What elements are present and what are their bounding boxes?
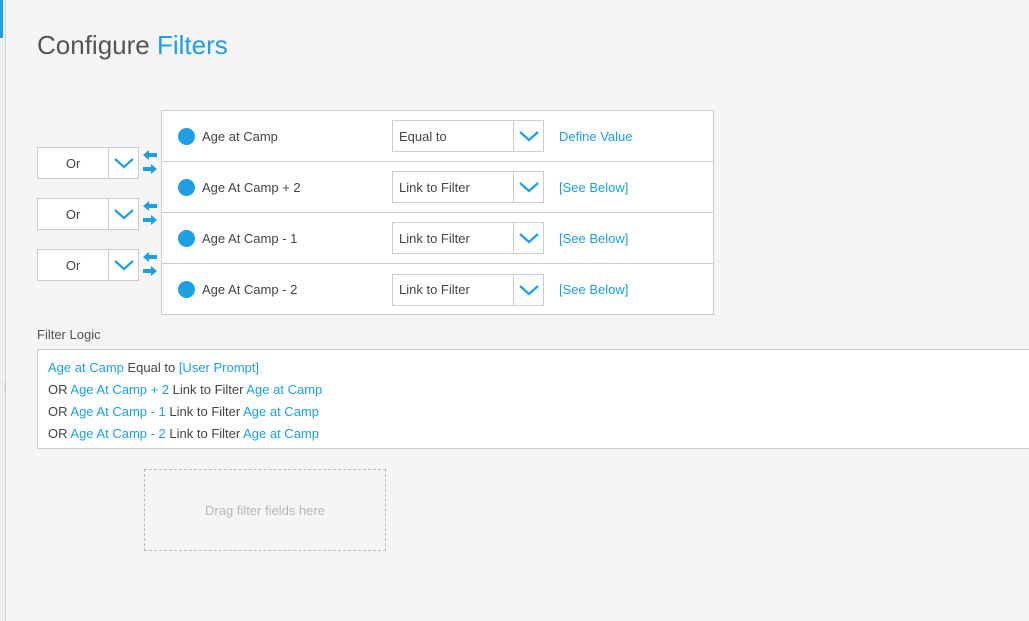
operator-label: Equal to bbox=[399, 128, 447, 144]
filter-dot-icon bbox=[178, 281, 195, 298]
resize-grip-icon[interactable]: ⋮ bbox=[1, 383, 9, 403]
see-below-link[interactable]: [See Below] bbox=[559, 180, 628, 195]
define-value-link[interactable]: Define Value bbox=[559, 129, 632, 144]
conjunction-label: Or bbox=[65, 155, 81, 171]
filter-name: Age at Camp bbox=[202, 128, 278, 144]
logic-target: [User Prompt] bbox=[178, 360, 259, 375]
filter-dropzone[interactable]: Drag filter fields here bbox=[144, 469, 386, 551]
chevron-down-icon[interactable] bbox=[513, 121, 543, 151]
chevron-down-icon[interactable] bbox=[513, 172, 543, 202]
logic-field: Age at Camp bbox=[48, 360, 124, 375]
filter-row[interactable]: Age at Camp Equal to Define Value bbox=[162, 111, 713, 162]
logic-line: OR Age At Camp - 1 Link to Filter Age at… bbox=[48, 401, 1026, 423]
logic-line: Age at Camp Equal to [User Prompt] bbox=[48, 357, 1026, 379]
chevron-down-icon[interactable] bbox=[108, 199, 138, 229]
operator-label: Link to Filter bbox=[399, 230, 470, 246]
swap-arrows-icon[interactable] bbox=[143, 250, 157, 278]
logic-field: Age At Camp - 2 bbox=[70, 426, 166, 441]
logic-op: Link to Filter bbox=[165, 404, 244, 419]
conjunction-select-2[interactable]: Or bbox=[37, 198, 139, 230]
logic-line: OR Age At Camp - 2 Link to Filter Age at… bbox=[48, 423, 1026, 445]
operator-label: Link to Filter bbox=[399, 179, 470, 195]
left-rail: ⋮ bbox=[0, 0, 9, 621]
chevron-down-icon[interactable] bbox=[513, 223, 543, 253]
operator-select[interactable]: Link to Filter bbox=[392, 171, 544, 203]
filter-dot-icon bbox=[178, 229, 195, 247]
operator-select[interactable]: Link to Filter bbox=[392, 273, 544, 306]
filter-row[interactable]: Age At Camp - 1 Link to Filter [See Belo… bbox=[162, 213, 713, 264]
logic-line: OR Age At Camp + 2 Link to Filter Age at… bbox=[48, 379, 1026, 401]
filter-logic-heading: Filter Logic bbox=[37, 327, 101, 342]
filter-row[interactable]: Age At Camp + 2 Link to Filter [See Belo… bbox=[162, 162, 713, 213]
page-title: Configure Filters bbox=[37, 30, 228, 61]
active-indicator bbox=[0, 0, 3, 38]
logic-prefix: OR bbox=[48, 426, 71, 441]
logic-field: Age At Camp - 1 bbox=[70, 404, 166, 419]
filter-dot-icon bbox=[178, 127, 195, 145]
filters-list: Age at Camp Equal to Define Value Age At… bbox=[161, 110, 714, 315]
logic-op: Link to Filter bbox=[169, 382, 247, 397]
filter-name: Age At Camp - 2 bbox=[202, 282, 298, 297]
logic-target: Age at Camp bbox=[246, 382, 323, 397]
filter-name: Age At Camp + 2 bbox=[202, 179, 301, 195]
page-title-accent: Filters bbox=[156, 30, 228, 60]
swap-arrows-icon[interactable] bbox=[143, 148, 157, 176]
operator-label: Link to Filter bbox=[399, 282, 470, 297]
logic-field: Age At Camp + 2 bbox=[70, 382, 170, 397]
filter-logic-box: Age at Camp Equal to [User Prompt] OR Ag… bbox=[37, 349, 1029, 449]
conjunction-label: Or bbox=[65, 206, 81, 222]
conjunction-select-3[interactable]: Or bbox=[37, 249, 139, 281]
logic-prefix: OR bbox=[48, 382, 71, 397]
operator-select[interactable]: Link to Filter bbox=[392, 222, 544, 254]
conjunction-select-1[interactable]: Or bbox=[37, 147, 139, 179]
logic-prefix: OR bbox=[48, 404, 71, 419]
filter-name: Age At Camp - 1 bbox=[202, 230, 298, 246]
page-title-main: Configure bbox=[37, 30, 150, 60]
conjunction-label: Or bbox=[65, 257, 81, 273]
logic-target: Age at Camp bbox=[243, 426, 319, 441]
logic-op: Equal to bbox=[123, 360, 179, 375]
chevron-down-icon[interactable] bbox=[108, 250, 138, 280]
see-below-link[interactable]: [See Below] bbox=[559, 231, 628, 246]
filter-dot-icon bbox=[178, 178, 195, 196]
operator-select[interactable]: Equal to bbox=[392, 120, 544, 152]
logic-op: Link to Filter bbox=[165, 426, 244, 441]
see-below-link[interactable]: [See Below] bbox=[559, 282, 628, 297]
filter-row[interactable]: Age At Camp - 2 Link to Filter [See Belo… bbox=[162, 264, 713, 315]
swap-arrows-icon[interactable] bbox=[143, 199, 157, 227]
logic-target: Age at Camp bbox=[243, 404, 319, 419]
chevron-down-icon[interactable] bbox=[513, 274, 543, 305]
chevron-down-icon[interactable] bbox=[108, 148, 138, 178]
